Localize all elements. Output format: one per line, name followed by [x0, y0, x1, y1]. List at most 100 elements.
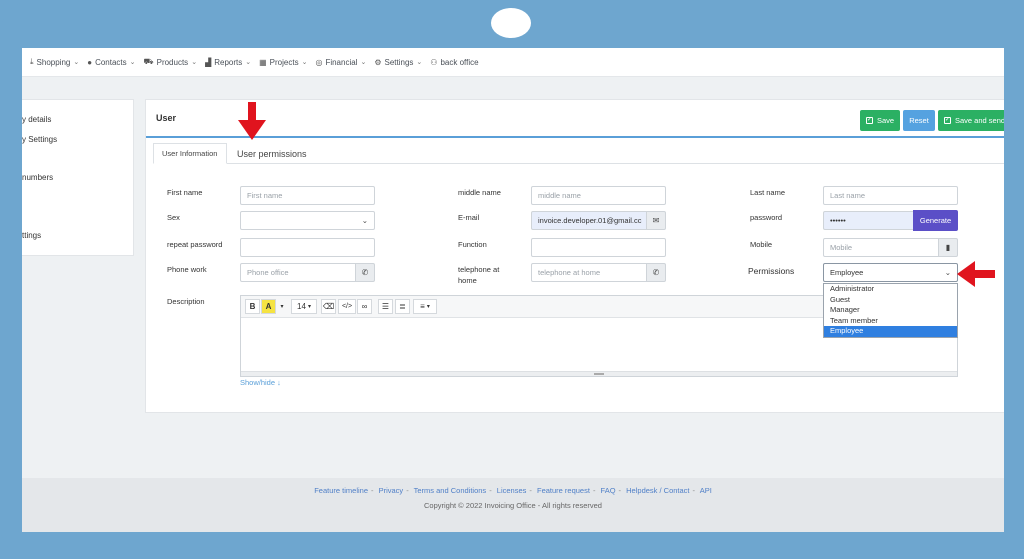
editor-resize-handle[interactable] [241, 371, 957, 376]
last-name-input[interactable]: Last name [823, 186, 958, 205]
generate-button[interactable]: Generate [913, 210, 958, 231]
chevron-down-icon: ⌄ [301, 59, 308, 66]
sidebar-item-numbers[interactable]: numbers [22, 173, 53, 182]
nav-label: Projects [269, 57, 299, 67]
nav-contacts[interactable]: ● Contacts ⌄ [87, 58, 135, 67]
nav-back-office[interactable]: ⚇ back office [430, 58, 478, 67]
grid-icon: ▦ [259, 57, 267, 67]
email-input[interactable]: invoice.developer.01@gmail.cc [531, 211, 647, 230]
nav-label: Financial [325, 57, 358, 67]
middle-name-input[interactable]: middle name [531, 186, 666, 205]
last-name-label: Last name [750, 188, 786, 197]
chevron-down-icon: ⌄ [416, 59, 423, 66]
footer-link[interactable]: Feature timeline [314, 486, 368, 495]
middle-name-label: middle name [458, 188, 501, 197]
option-manager[interactable]: Manager [824, 305, 957, 316]
save-and-send-button[interactable]: ✓ Save and send [938, 110, 1004, 131]
telephone-home-label: telephone at home [458, 264, 499, 286]
sex-label: Sex [167, 213, 180, 222]
check-icon: ✓ [865, 117, 873, 124]
coins-icon: ◎ [315, 57, 323, 67]
align-button[interactable]: ≡ ▾ [413, 299, 437, 314]
header-divider [146, 136, 1004, 138]
permissions-select[interactable]: Employee ⌄ [823, 263, 958, 282]
nav-reports[interactable]: ▟ Reports ⌄ [205, 58, 251, 67]
nav-label: Reports [214, 57, 243, 67]
link-icon[interactable]: ∞ [357, 299, 372, 314]
nav-shopping[interactable]: ⤓ Shopping ⌄ [30, 57, 79, 67]
nav-projects[interactable]: ▦ Projects ⌄ [259, 58, 307, 67]
first-name-input[interactable]: First name [240, 186, 375, 205]
option-guest[interactable]: Guest [824, 295, 957, 306]
separator: - [618, 486, 622, 495]
highlight-button[interactable]: A [261, 299, 276, 314]
telephone-home-label-line2: home [458, 276, 477, 285]
sidebar-item-settings-2[interactable]: ttings [22, 231, 41, 240]
sex-select[interactable]: ⌄ [240, 211, 375, 230]
description-label: Description [167, 297, 205, 306]
nav-products[interactable]: ⛟ Products ⌄ [144, 57, 198, 67]
bold-button[interactable]: B [245, 299, 260, 314]
caret-down-icon[interactable]: ▾ [277, 299, 287, 314]
footer-link[interactable]: Feature request [537, 486, 590, 495]
unordered-list-icon[interactable]: ☰ [378, 299, 393, 314]
sidebar-item-details[interactable]: y details [22, 115, 51, 124]
caret-down-icon: ▾ [426, 304, 430, 310]
save-button[interactable]: ✓ Save [860, 110, 900, 131]
footer-link[interactable]: FAQ [601, 486, 616, 495]
chevron-down-icon: ⌄ [944, 268, 951, 277]
send-label: Save and send [955, 116, 1004, 125]
cart-icon: ⛟ [143, 57, 154, 66]
tab-user-information[interactable]: User Information [153, 143, 227, 164]
permissions-dropdown: Administrator Guest Manager Team member … [823, 283, 958, 338]
users-icon: ⚇ [430, 57, 438, 67]
function-label: Function [458, 240, 487, 249]
gear-icon: ⚙ [374, 57, 382, 67]
telephone-home-input[interactable]: telephone at home [531, 263, 647, 282]
chevron-down-icon: ⌄ [73, 59, 80, 66]
footer-link[interactable]: Privacy [379, 486, 404, 495]
option-administrator[interactable]: Administrator [824, 284, 957, 295]
nav-label: Shopping [36, 57, 71, 67]
mobile-input[interactable]: Mobile [823, 238, 939, 257]
footer-link[interactable]: Terms and Conditions [414, 486, 487, 495]
grip-icon [594, 373, 604, 375]
mobile-label: Mobile [750, 240, 773, 249]
annotation-arrow-left-icon [957, 261, 995, 287]
nav-financial[interactable]: ◎ Financial ⌄ [315, 58, 366, 67]
permissions-selected-value: Employee [830, 268, 864, 277]
function-input[interactable] [531, 238, 666, 257]
repeat-password-input[interactable] [240, 238, 375, 257]
person-icon: ● [87, 57, 93, 67]
tab-user-permissions[interactable]: User permissions [229, 143, 315, 164]
reset-button[interactable]: Reset [903, 110, 935, 131]
arrow-down-icon: ↓ [277, 378, 281, 387]
option-employee[interactable]: Employee [824, 326, 957, 337]
nav-label: back office [440, 57, 479, 67]
phone-office-input[interactable]: Phone office [240, 263, 356, 282]
password-label: password [750, 213, 783, 222]
device-frame: ⤓ Shopping ⌄ ● Contacts ⌄ ⛟ Products ⌄ ▟ Report… [0, 0, 1024, 559]
nav-settings[interactable]: ⚙ Settings ⌄ [374, 58, 422, 67]
footer-link[interactable]: Licenses [497, 486, 527, 495]
check-icon: ✓ [944, 117, 951, 124]
option-team-member[interactable]: Team member [824, 316, 957, 327]
footer-link[interactable]: API [700, 486, 712, 495]
sidebar: y details y Settings numbers ttings [22, 99, 134, 256]
phone-icon: ✆ [355, 263, 375, 282]
envelope-icon: ✉ [646, 211, 666, 230]
code-view-icon[interactable]: </> [338, 299, 356, 314]
show-hide-label: Show/hide [240, 378, 276, 387]
copyright: Copyright © 2022 Invoicing Office - All … [424, 501, 602, 510]
separator: - [406, 486, 409, 495]
eraser-icon[interactable]: ⌫ [321, 299, 336, 314]
repeat-password-label: repeat password [167, 240, 223, 249]
footer-link[interactable]: Helpdesk / Contact [626, 486, 689, 495]
font-size-value: 14 [297, 302, 306, 311]
font-size-button[interactable]: 14 ▾ [291, 299, 317, 314]
sidebar-item-settings[interactable]: y Settings [22, 135, 57, 144]
save-label: Save [876, 116, 895, 125]
password-input[interactable]: •••••• [823, 211, 914, 230]
ordered-list-icon[interactable]: ≣ [395, 299, 410, 314]
show-hide-link[interactable]: Show/hide ↓ [240, 378, 281, 387]
